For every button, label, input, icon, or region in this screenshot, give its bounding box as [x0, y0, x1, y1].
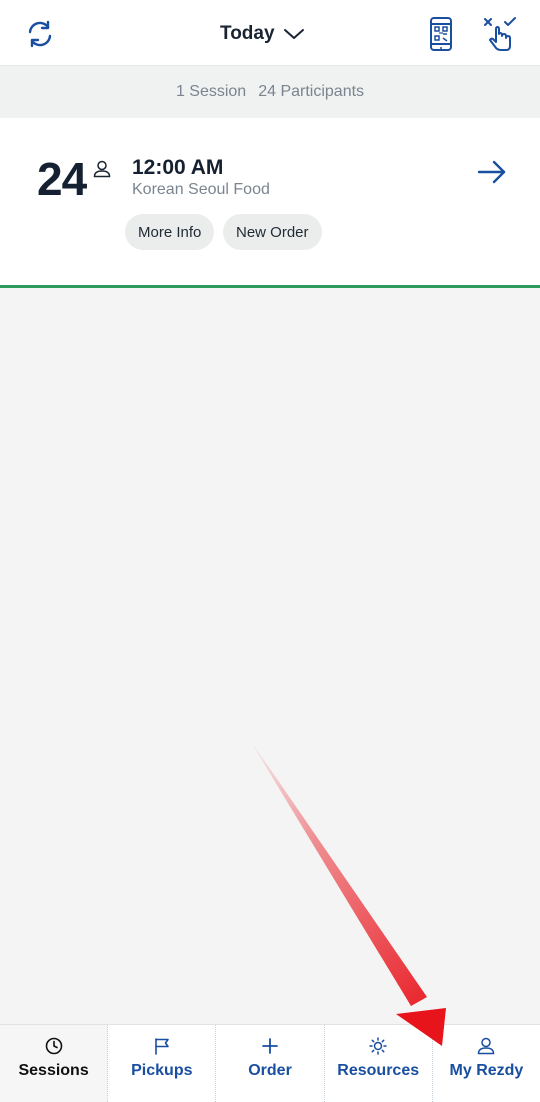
refresh-icon	[28, 20, 52, 48]
date-picker[interactable]: Today	[220, 18, 305, 50]
tab-sessions[interactable]: Sessions	[0, 1025, 109, 1102]
tab-my-rezdy[interactable]: My Rezdy	[433, 1025, 540, 1102]
tab-label: Order	[248, 1062, 292, 1079]
tab-order[interactable]: Order	[216, 1025, 325, 1102]
tab-label: Pickups	[131, 1062, 193, 1079]
person-icon	[478, 1037, 495, 1055]
open-session-button[interactable]	[472, 154, 512, 190]
phone-barcode-icon	[430, 17, 452, 51]
app-header: Today	[0, 0, 540, 66]
tab-label: Sessions	[18, 1062, 89, 1079]
participant-total: 24	[37, 153, 87, 205]
flag-icon	[154, 1038, 169, 1055]
tab-pickups[interactable]: Pickups	[108, 1025, 217, 1102]
more-info-button[interactable]: More Info	[125, 214, 215, 250]
new-order-button[interactable]: New Order	[223, 214, 322, 250]
product-name: Korean Seoul Food	[132, 181, 270, 198]
session-count: 1 Session	[175, 83, 247, 100]
checkin-button[interactable]	[480, 14, 520, 54]
participant-count: 24 Participants	[258, 83, 365, 100]
sun-icon	[369, 1037, 387, 1055]
session-summary: 1 Session 24 Participants	[0, 66, 540, 118]
date-label: Today	[220, 23, 275, 44]
session-time: 12:00 AM	[132, 156, 224, 179]
person-icon	[93, 160, 111, 178]
plus-icon	[262, 1038, 278, 1054]
barcode-scanner-button[interactable]	[421, 14, 461, 54]
clock-icon	[45, 1037, 62, 1055]
chevron-down-icon	[283, 29, 304, 39]
arrow-right-icon	[477, 160, 506, 184]
tap-checkin-icon	[484, 17, 516, 51]
session-card[interactable]: 24 12:00 AM Korean Seoul Food More Info …	[0, 118, 540, 288]
tab-resources[interactable]: Resources	[325, 1025, 433, 1102]
refresh-button[interactable]	[20, 14, 60, 54]
tab-label: Resources	[337, 1062, 420, 1079]
tab-label: My Rezdy	[449, 1062, 524, 1079]
bottom-tab-bar: Sessions Pickups Order Resources My Rezd…	[0, 1024, 540, 1102]
